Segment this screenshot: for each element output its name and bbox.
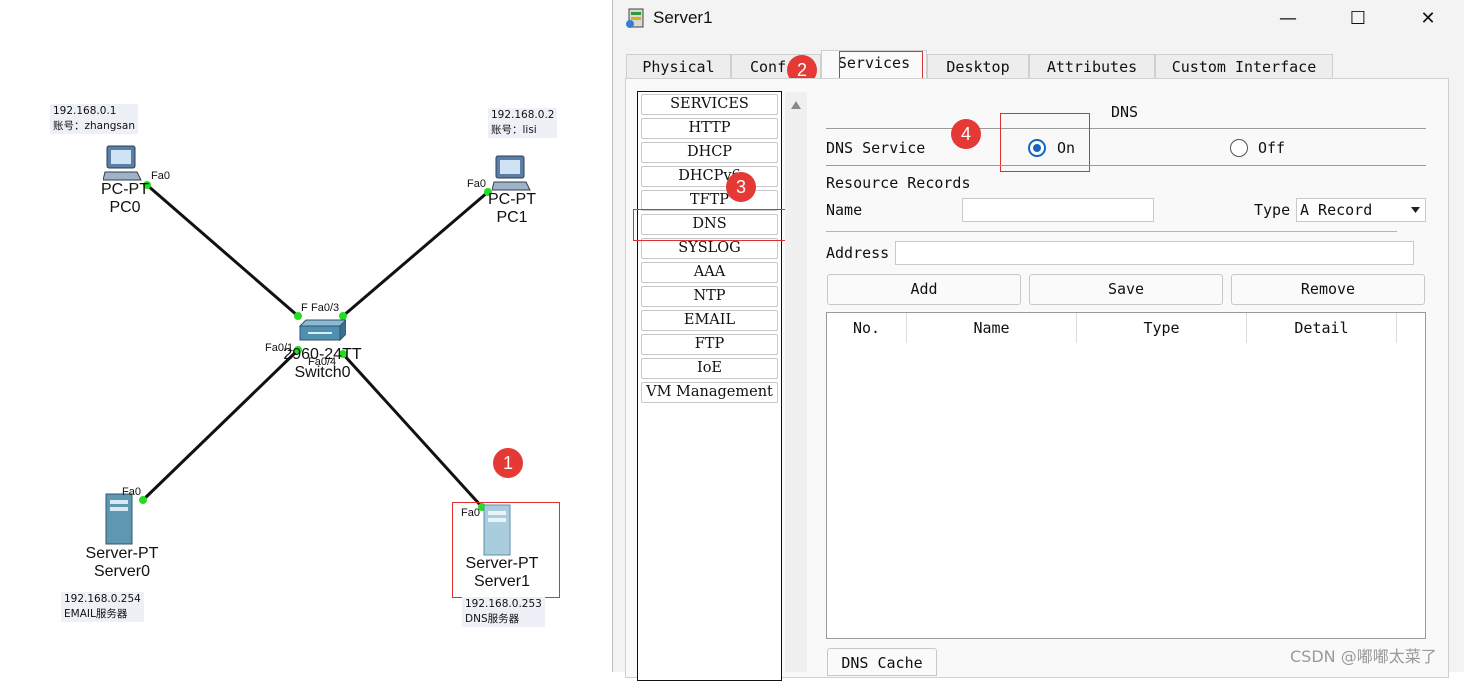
service-item-vm-management[interactable]: VM Management (641, 382, 778, 403)
service-item-tftp[interactable]: TFTP (641, 190, 778, 211)
link-pc1-switch (342, 190, 489, 318)
switch-port-fa03-label: Fa0/3 (311, 302, 340, 314)
address-label: Address (826, 244, 890, 262)
server0-note: 192.168.0.254 EMAIL服务器 (61, 592, 144, 622)
divider (826, 231, 1397, 232)
server1-name: Server1 (473, 573, 531, 590)
server1-ip: 192.168.0.253 (465, 598, 542, 610)
server1-note: 192.168.0.253 DNS服务器 (462, 597, 545, 627)
pc1-label[interactable]: PC-PT PC1 (482, 191, 542, 227)
server0-role: EMAIL服务器 (64, 608, 128, 620)
remove-button[interactable]: Remove (1231, 274, 1425, 305)
service-item-dhcp[interactable]: DHCP (641, 142, 778, 163)
pc0-ip: 192.168.0.1 (53, 105, 117, 117)
server0-name: Server0 (93, 563, 151, 580)
service-header: SERVICES (641, 94, 778, 115)
records-table[interactable]: No. Name Type Detail (826, 312, 1426, 639)
service-item-syslog[interactable]: SYSLOG (641, 238, 778, 259)
switch-name: Switch0 (294, 364, 351, 381)
column-header-type[interactable]: Type (1077, 313, 1247, 343)
divider (826, 165, 1426, 166)
pc1-port-label: Fa0 (467, 178, 486, 190)
service-item-ftp[interactable]: FTP (641, 334, 778, 355)
service-item-http[interactable]: HTTP (641, 118, 778, 139)
type-label: Type (1254, 201, 1291, 219)
server1-port-label: Fa0 (461, 507, 480, 519)
column-header-name[interactable]: Name (907, 313, 1077, 343)
pc0-label[interactable]: PC-PT PC0 (95, 181, 155, 217)
add-button[interactable]: Add (827, 274, 1021, 305)
dns-heading: DNS (1111, 103, 1139, 121)
service-item-email[interactable]: EMAIL (641, 310, 778, 331)
window-title: Server1 (653, 8, 713, 27)
server1-model: Server-PT (465, 555, 539, 572)
pc-icon[interactable] (103, 144, 143, 182)
resource-records-label: Resource Records (826, 174, 971, 192)
pc1-ip: 192.168.0.2 (491, 109, 555, 121)
server0-label[interactable]: Server-PT Server0 (72, 545, 172, 581)
tab-physical[interactable]: Physical (626, 54, 731, 78)
switch-model: 2960-24TT (283, 346, 362, 363)
topology-canvas[interactable]: 192.168.0.1 账号：zhangsan Fa0 PC-PT PC0 19… (0, 0, 612, 672)
pc1-name: PC1 (496, 209, 528, 226)
dns-service-highlight-box (633, 209, 803, 241)
close-button[interactable]: ✕ (1393, 0, 1463, 38)
step-badge-1: 1 (493, 448, 523, 478)
server0-ip: 192.168.0.254 (64, 593, 141, 605)
pc0-model: PC-PT (101, 181, 149, 198)
switch-icon[interactable] (294, 318, 346, 348)
server1-label[interactable]: Server-PT Server1 (452, 555, 552, 591)
type-select[interactable]: A Record (1296, 198, 1426, 222)
pc0-name: PC0 (109, 199, 141, 216)
pc0-account: 账号：zhangsan (53, 120, 135, 132)
service-list-scrollbar[interactable] (785, 92, 807, 672)
column-header-detail[interactable]: Detail (1247, 313, 1397, 343)
server0-port-label: Fa0 (122, 486, 141, 498)
divider (826, 128, 1426, 129)
pc1-model: PC-PT (488, 191, 536, 208)
server1-window: Server1 — ☐ ✕ Physical Conf Services Des… (612, 0, 1464, 681)
tab-attributes[interactable]: Attributes (1029, 54, 1155, 78)
service-item-ioe[interactable]: IoE (641, 358, 778, 379)
column-header-no[interactable]: No. (827, 313, 907, 343)
service-item-dhcpv6[interactable]: DHCPv6 (641, 166, 778, 187)
switch-port-fa02-label: F (301, 302, 308, 314)
pc1-account: 账号：lisi (491, 124, 537, 136)
watermark: CSDN @嘟嘟太菜了 (1290, 647, 1437, 666)
minimize-button[interactable]: — (1253, 0, 1323, 38)
dns-on-highlight-box (1000, 113, 1090, 172)
pc1-note: 192.168.0.2 账号：lisi (488, 108, 558, 138)
step-badge-4: 4 (951, 119, 981, 149)
dns-off-radio[interactable] (1230, 139, 1248, 157)
service-item-ntp[interactable]: NTP (641, 286, 778, 307)
dns-off-label[interactable]: Off (1258, 139, 1285, 157)
tab-desktop[interactable]: Desktop (927, 54, 1029, 78)
app-icon (626, 8, 644, 28)
name-field[interactable] (962, 198, 1154, 222)
name-label: Name (826, 201, 863, 219)
tab-custom-interface[interactable]: Custom Interface (1155, 54, 1333, 78)
server-icon[interactable] (104, 492, 136, 546)
service-item-aaa[interactable]: AAA (641, 262, 778, 283)
title-bar[interactable]: Server1 — ☐ ✕ (613, 0, 1464, 38)
dns-service-label: DNS Service (826, 139, 926, 157)
scroll-up-icon[interactable] (790, 100, 802, 110)
step-badge-3: 3 (726, 172, 756, 202)
save-button[interactable]: Save (1029, 274, 1223, 305)
service-list: SERVICES HTTP DHCP DHCPv6 TFTP DNS SYSLO… (637, 91, 782, 681)
pc-icon[interactable] (492, 154, 532, 192)
server-icon[interactable] (482, 503, 514, 557)
link-pc0-switch (146, 183, 299, 318)
maximize-button[interactable]: ☐ (1323, 0, 1393, 38)
address-field[interactable] (895, 241, 1414, 265)
server0-model: Server-PT (85, 545, 159, 562)
switch-label[interactable]: 2960-24TT Switch0 (275, 346, 370, 382)
chevron-down-icon (1411, 207, 1420, 213)
pc0-note: 192.168.0.1 账号：zhangsan (50, 104, 138, 134)
server1-role: DNS服务器 (465, 613, 520, 625)
type-select-value: A Record (1300, 201, 1373, 219)
